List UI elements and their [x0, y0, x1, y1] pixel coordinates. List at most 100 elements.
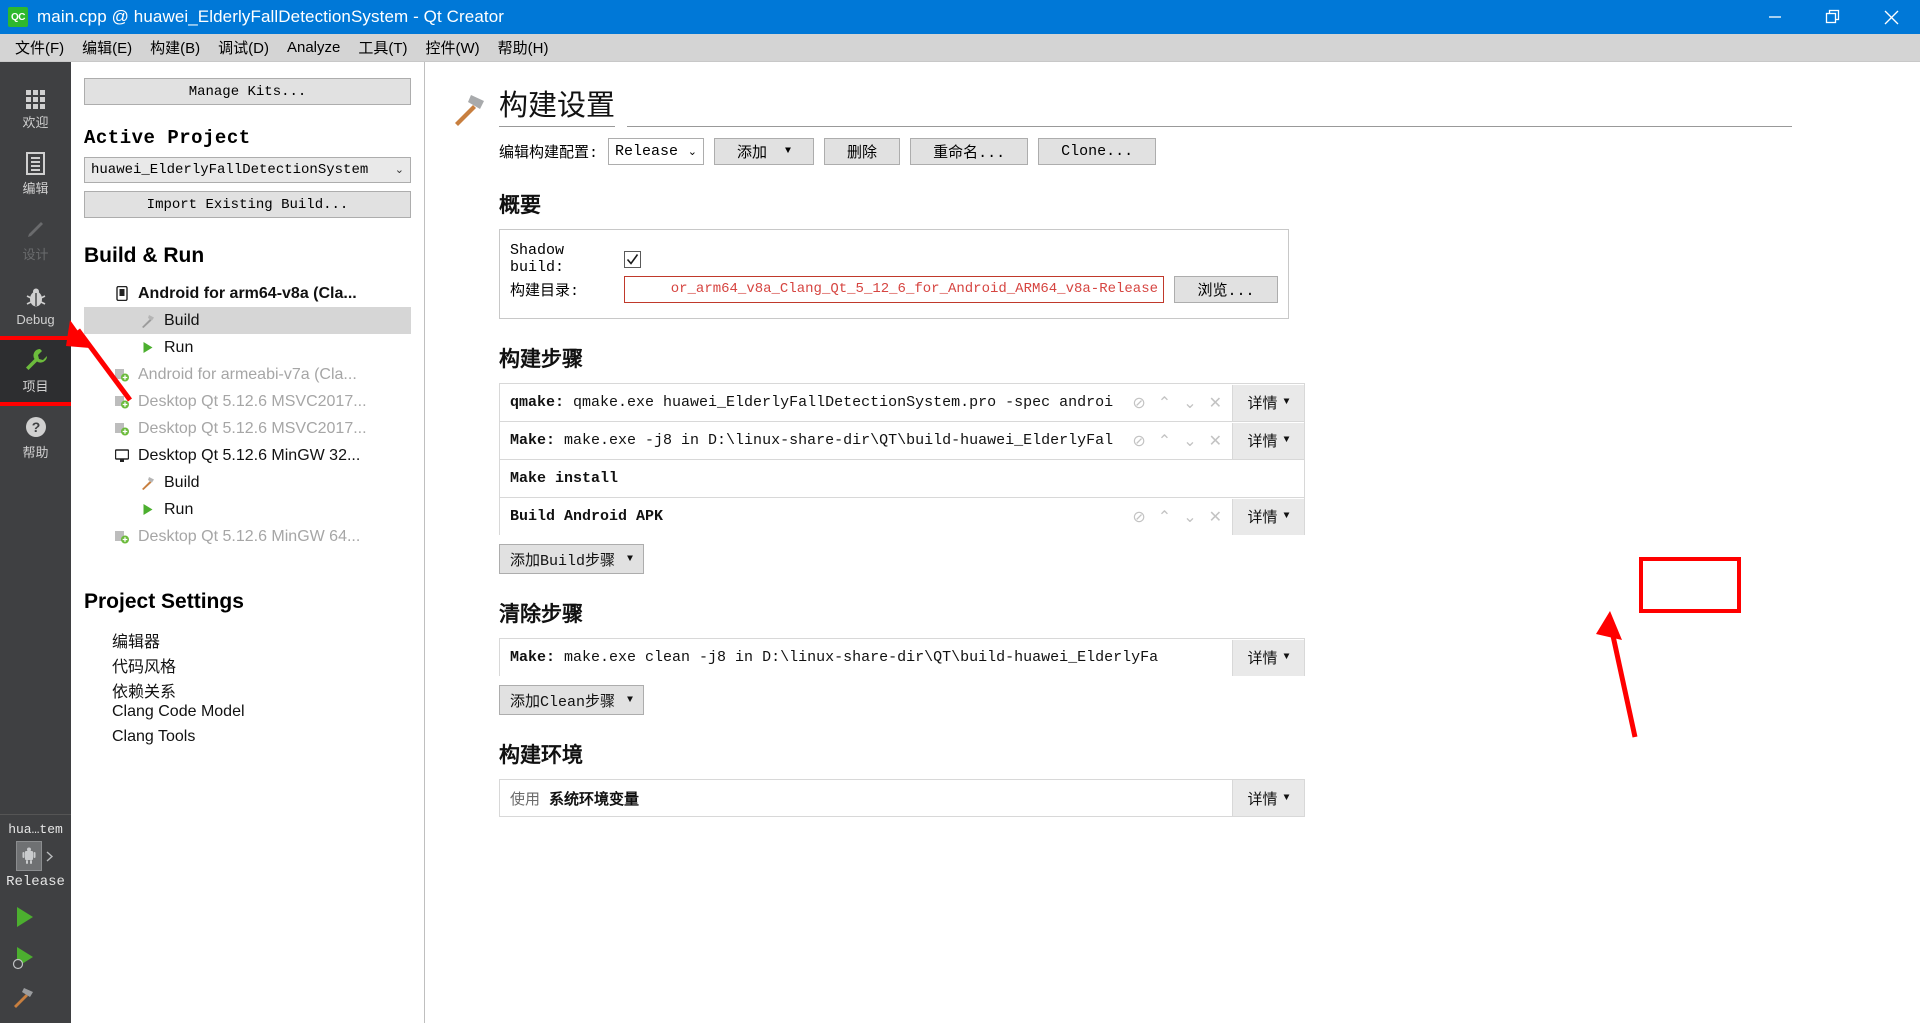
build-step-prefix: Make: — [510, 432, 556, 449]
remove-step-icon[interactable]: ✕ — [1209, 393, 1222, 413]
delete-config-button[interactable]: 删除 — [824, 138, 901, 165]
move-down-icon[interactable]: ⌄ — [1183, 507, 1196, 527]
tree-item-desktop-msvc2017-b[interactable]: Desktop Qt 5.12.6 MSVC2017... — [84, 415, 411, 442]
shadow-build-label: Shadow build: — [510, 242, 565, 276]
build-env-row[interactable]: 使用 系统环境变量 详情 ▼ — [499, 779, 1305, 817]
mode-projects[interactable]: 项目 — [0, 336, 71, 406]
build-env-text: 使用 系统环境变量 — [510, 788, 1232, 809]
settings-item-editor[interactable]: 编辑器 — [84, 628, 411, 653]
minimize-button[interactable] — [1746, 0, 1804, 34]
build-step-make-install[interactable]: Make install — [499, 459, 1305, 497]
menu-widgets[interactable]: 控件(W) — [417, 34, 489, 61]
tree-item-mingw32-build[interactable]: Build — [84, 469, 411, 496]
add-build-step-button[interactable]: 添加Build步骤 ▼ — [499, 544, 645, 574]
run-triangle-icon — [140, 341, 156, 354]
tree-item-mingw32-run[interactable]: Run — [84, 496, 411, 523]
build-dir-input[interactable]: or_arm64_v8a_Clang_Qt_5_12_6_for_Android… — [624, 275, 1164, 303]
disable-step-icon[interactable]: ⊘ — [1132, 507, 1145, 527]
menu-build[interactable]: 构建(B) — [141, 34, 209, 61]
mode-help[interactable]: ? 帮助 — [0, 404, 71, 470]
add-clean-step-button[interactable]: 添加Clean步骤 ▼ — [499, 685, 645, 715]
mode-edit[interactable]: 编辑 — [0, 140, 71, 206]
mode-debug[interactable]: Debug — [0, 272, 71, 338]
menu-analyze[interactable]: Analyze — [278, 36, 349, 59]
run-triangle-icon — [140, 503, 156, 516]
mode-design-label: 设计 — [22, 247, 49, 262]
shadow-build-checkbox[interactable] — [624, 250, 641, 268]
run-button[interactable] — [0, 897, 71, 937]
move-down-icon[interactable]: ⌄ — [1183, 393, 1196, 413]
edit-config-label: 编辑构建配置: — [499, 145, 599, 162]
menu-help[interactable]: 帮助(H) — [489, 34, 558, 61]
settings-item-clang-code-model[interactable]: Clang Code Model — [84, 703, 411, 728]
hammer-icon — [140, 314, 156, 328]
chevron-down-icon: ⌄ — [394, 165, 404, 177]
kit-plus-icon — [114, 395, 130, 409]
clean-step-make[interactable]: Make: make.exe clean -j8 in D:\linux-sha… — [499, 638, 1305, 676]
modebar-spacer — [0, 470, 71, 814]
mode-list: 欢迎 编辑 设计 Debug 项目 ? 帮助 — [0, 62, 71, 470]
menu-file[interactable]: 文件(F) — [6, 34, 73, 61]
tree-item-label: Desktop Qt 5.12.6 MinGW 32... — [138, 446, 361, 464]
move-up-icon[interactable]: ⌃ — [1158, 507, 1171, 527]
clone-config-button[interactable]: Clone... — [1038, 138, 1157, 165]
move-down-icon[interactable]: ⌄ — [1183, 431, 1196, 451]
build-env-detail-button[interactable]: 详情 ▼ — [1232, 780, 1304, 816]
build-config-select[interactable]: Release ⌄ — [608, 138, 705, 165]
qmake-detail-button[interactable]: 详情 ▼ — [1232, 384, 1304, 421]
active-kit-label: hua…tem — [8, 822, 63, 837]
rename-config-button[interactable]: 重命名... — [910, 138, 1029, 165]
caret-down-icon: ▼ — [1283, 397, 1290, 408]
remove-step-icon[interactable]: ✕ — [1209, 431, 1222, 451]
mode-debug-label: Debug — [16, 312, 55, 327]
build-android-apk-detail-button[interactable]: 详情 ▼ — [1232, 498, 1304, 535]
build-button[interactable] — [0, 977, 71, 1017]
debug-button[interactable] — [0, 937, 71, 977]
active-project-select[interactable]: huawei_ElderlyFallDetectionSystem ⌄ — [84, 157, 411, 183]
mode-welcome[interactable]: 欢迎 — [0, 74, 71, 140]
menu-tools[interactable]: 工具(T) — [349, 34, 416, 61]
build-env-name: 系统环境变量 — [549, 791, 640, 809]
mode-design[interactable]: 设计 — [0, 206, 71, 272]
tree-item-android-armeabi[interactable]: Android for armeabi-v7a (Cla... — [84, 361, 411, 388]
tree-item-desktop-mingw64[interactable]: Desktop Qt 5.12.6 MinGW 64... — [84, 523, 411, 550]
svg-text:?: ? — [31, 419, 40, 435]
menu-edit[interactable]: 编辑(E) — [73, 34, 141, 61]
tree-item-label: Desktop Qt 5.12.6 MinGW 64... — [138, 527, 361, 545]
android-device-icon — [114, 286, 130, 301]
question-icon: ? — [24, 413, 48, 439]
browse-button[interactable]: 浏览... — [1174, 275, 1278, 303]
caret-down-icon: ▼ — [627, 694, 634, 706]
settings-item-code-style[interactable]: 代码风格 — [84, 653, 411, 678]
tree-item-android-build[interactable]: Build — [84, 307, 411, 334]
add-config-button[interactable]: 添加 ▼ — [714, 138, 815, 165]
build-step-build-android-apk[interactable]: Build Android APK ⊘ ⌃ ⌄ ✕ 详情 ▼ — [499, 497, 1305, 535]
build-step-make[interactable]: Make: make.exe -j8 in D:\linux-share-dir… — [499, 421, 1305, 459]
grid-icon — [26, 83, 45, 109]
tree-item-android-arm64[interactable]: Android for arm64-v8a (Cla... — [84, 280, 411, 307]
active-project-value: huawei_ElderlyFallDetectionSystem — [91, 162, 369, 178]
manage-kits-button[interactable]: Manage Kits... — [84, 78, 411, 105]
clean-make-detail-button[interactable]: 详情 ▼ — [1232, 639, 1304, 676]
build-step-qmake[interactable]: qmake: qmake.exe huawei_ElderlyFallDetec… — [499, 383, 1305, 421]
import-existing-build-button[interactable]: Import Existing Build... — [84, 191, 411, 218]
menu-debug[interactable]: 调试(D) — [209, 34, 278, 61]
tree-item-android-run[interactable]: Run — [84, 334, 411, 361]
settings-item-clang-tools[interactable]: Clang Tools — [84, 728, 411, 753]
mode-welcome-label: 欢迎 — [22, 115, 49, 130]
settings-item-dependencies[interactable]: 依赖关系 — [84, 678, 411, 703]
move-up-icon[interactable]: ⌃ — [1158, 431, 1171, 451]
disable-step-icon[interactable]: ⊘ — [1132, 393, 1145, 413]
close-button[interactable] — [1862, 0, 1920, 34]
move-up-icon[interactable]: ⌃ — [1158, 393, 1171, 413]
remove-step-icon[interactable]: ✕ — [1209, 507, 1222, 527]
kit-selector[interactable] — [0, 841, 71, 871]
android-device-icon — [16, 841, 42, 871]
make-detail-button[interactable]: 详情 ▼ — [1232, 422, 1304, 459]
kit-plus-icon — [114, 530, 130, 544]
disable-step-icon[interactable]: ⊘ — [1132, 431, 1145, 451]
tree-item-desktop-msvc2017-a[interactable]: Desktop Qt 5.12.6 MSVC2017... — [84, 388, 411, 415]
restore-button[interactable] — [1804, 0, 1862, 34]
pencil-icon — [24, 215, 48, 241]
tree-item-desktop-mingw32[interactable]: Desktop Qt 5.12.6 MinGW 32... — [84, 442, 411, 469]
